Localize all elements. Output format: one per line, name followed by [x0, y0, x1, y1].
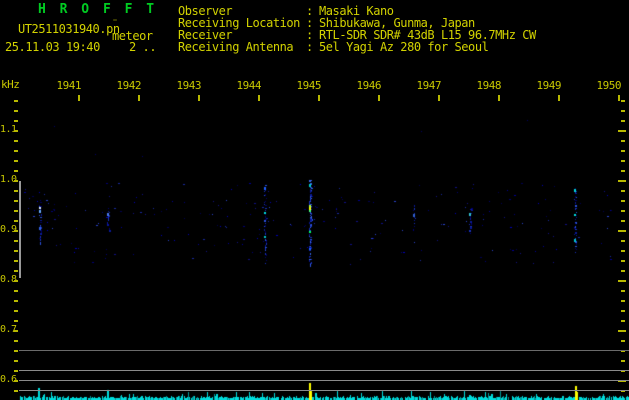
freq-tick-right — [621, 110, 625, 112]
khz-unit-label: kHz — [1, 78, 20, 91]
grid-line — [19, 370, 629, 371]
freq-tick-left — [14, 350, 18, 352]
freq-tick-right — [621, 340, 625, 342]
freq-tick-right — [621, 360, 625, 362]
freq-tick-right — [621, 280, 625, 282]
time-label: 1941 — [56, 79, 82, 92]
freq-tick-right — [621, 240, 625, 242]
freq-tick-left — [14, 320, 18, 322]
time-label: 1949 — [536, 79, 562, 92]
freq-tick-left — [14, 280, 18, 282]
freq-tick-left — [14, 200, 18, 202]
freq-tick-right — [621, 320, 625, 322]
freq-tick-right — [621, 120, 625, 122]
freq-tick-left — [14, 130, 18, 132]
freq-tick-left — [14, 150, 18, 152]
scale-bar — [19, 181, 21, 278]
time-tick — [618, 95, 620, 101]
time-tick — [498, 95, 500, 101]
freq-tick-right — [621, 250, 625, 252]
datetime-label: 25.11.03 19:40 — [5, 40, 100, 54]
app-title: H R O F F T — [38, 2, 158, 17]
freq-tick-left — [14, 260, 18, 262]
freq-tick-right — [621, 300, 625, 302]
grid-line — [19, 380, 629, 381]
freq-tick-left — [14, 310, 18, 312]
freq-tick-left — [14, 290, 18, 292]
time-tick — [258, 95, 260, 101]
time-label: 1944 — [236, 79, 262, 92]
info-label: Receiving Antenna — [178, 40, 294, 54]
freq-tick-left — [14, 120, 18, 122]
freq-tick-right — [621, 260, 625, 262]
freq-tick-left — [14, 100, 18, 102]
freq-tick-right — [621, 290, 625, 292]
freq-tick-right — [621, 140, 625, 142]
time-tick — [558, 95, 560, 101]
freq-tick-left — [14, 140, 18, 142]
freq-tick-left — [14, 340, 18, 342]
time-tick — [318, 95, 320, 101]
freq-tick-right — [621, 330, 625, 332]
freq-tick-right — [621, 150, 625, 152]
freq-tick-right — [621, 230, 625, 232]
freq-tick-left — [14, 160, 18, 162]
freq-tick-right — [621, 160, 625, 162]
time-label: 1942 — [116, 79, 142, 92]
time-tick — [78, 95, 80, 101]
info-colon: : — [306, 40, 313, 54]
time-label: 1946 — [356, 79, 382, 92]
time-tick — [438, 95, 440, 101]
freq-tick-left — [14, 270, 18, 272]
freq-tick-right — [621, 180, 625, 182]
time-label: 1943 — [176, 79, 202, 92]
time-label: 1950 — [596, 79, 622, 92]
freq-tick-left — [14, 180, 18, 182]
time-tick — [198, 95, 200, 101]
time-tick — [138, 95, 140, 101]
time-label: 1947 — [416, 79, 442, 92]
freq-tick-left — [14, 360, 18, 362]
freq-tick-left — [14, 240, 18, 242]
time-label: 1945 — [296, 79, 322, 92]
freq-tick-left — [14, 190, 18, 192]
freq-tick-right — [621, 130, 625, 132]
grid-line — [19, 390, 629, 391]
freq-tick-right — [621, 200, 625, 202]
freq-tick-left — [14, 300, 18, 302]
freq-tick-right — [621, 270, 625, 272]
axes-layer: 1941 1942 1943 1944 1945 1946 1947 1948 1949 1950… — [0, 0, 629, 400]
freq-tick-right — [621, 210, 625, 212]
freq-tick-left — [14, 110, 18, 112]
freq-tick-left — [14, 250, 18, 252]
freq-tick-right — [621, 170, 625, 172]
freq-tick-right — [621, 220, 625, 222]
filename-label: UT2511031940.pn — [18, 22, 120, 36]
freq-tick-right — [621, 310, 625, 312]
freq-tick-left — [14, 390, 18, 392]
info-value: 5el Yagi Az 280 for Seoul — [319, 40, 489, 54]
freq-tick-right — [621, 100, 625, 102]
hrofft-screen: 1941 1942 1943 1944 1945 1946 1947 1948 1949 1950… — [0, 0, 629, 400]
time-tick — [378, 95, 380, 101]
time-label: 1948 — [476, 79, 502, 92]
freq-tick-left — [14, 330, 18, 332]
freq-tick-left — [14, 220, 18, 222]
freq-tick-right — [621, 190, 625, 192]
freq-tick-left — [14, 370, 18, 372]
counter-label: 2 .. — [129, 40, 157, 54]
freq-tick-left — [14, 210, 18, 212]
grid-line — [19, 350, 629, 351]
freq-tick-left — [14, 170, 18, 172]
freq-tick-left — [14, 230, 18, 232]
freq-tick-left — [14, 380, 18, 382]
